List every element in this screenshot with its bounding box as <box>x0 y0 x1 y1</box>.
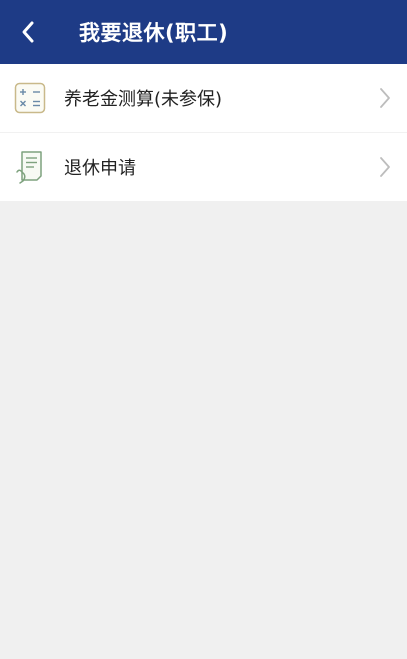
menu-item-pension-calculation[interactable]: 养老金测算(未参保) <box>0 64 407 132</box>
back-button[interactable] <box>8 12 48 52</box>
menu-item-retirement-application[interactable]: 退休申请 <box>0 132 407 201</box>
chevron-left-icon <box>22 21 34 43</box>
menu-item-label: 退休申请 <box>64 158 136 179</box>
menu-item-label: 养老金测算(未参保) <box>64 89 223 110</box>
menu-list: 养老金测算(未参保) 退休申请 <box>0 64 407 201</box>
application-form-icon <box>14 150 46 184</box>
calculator-icon <box>14 81 46 115</box>
chevron-right-icon <box>377 155 393 179</box>
page-title: 我要退休(职工) <box>79 21 229 45</box>
app-header: 我要退休(职工) <box>0 0 407 64</box>
chevron-right-icon <box>377 86 393 110</box>
